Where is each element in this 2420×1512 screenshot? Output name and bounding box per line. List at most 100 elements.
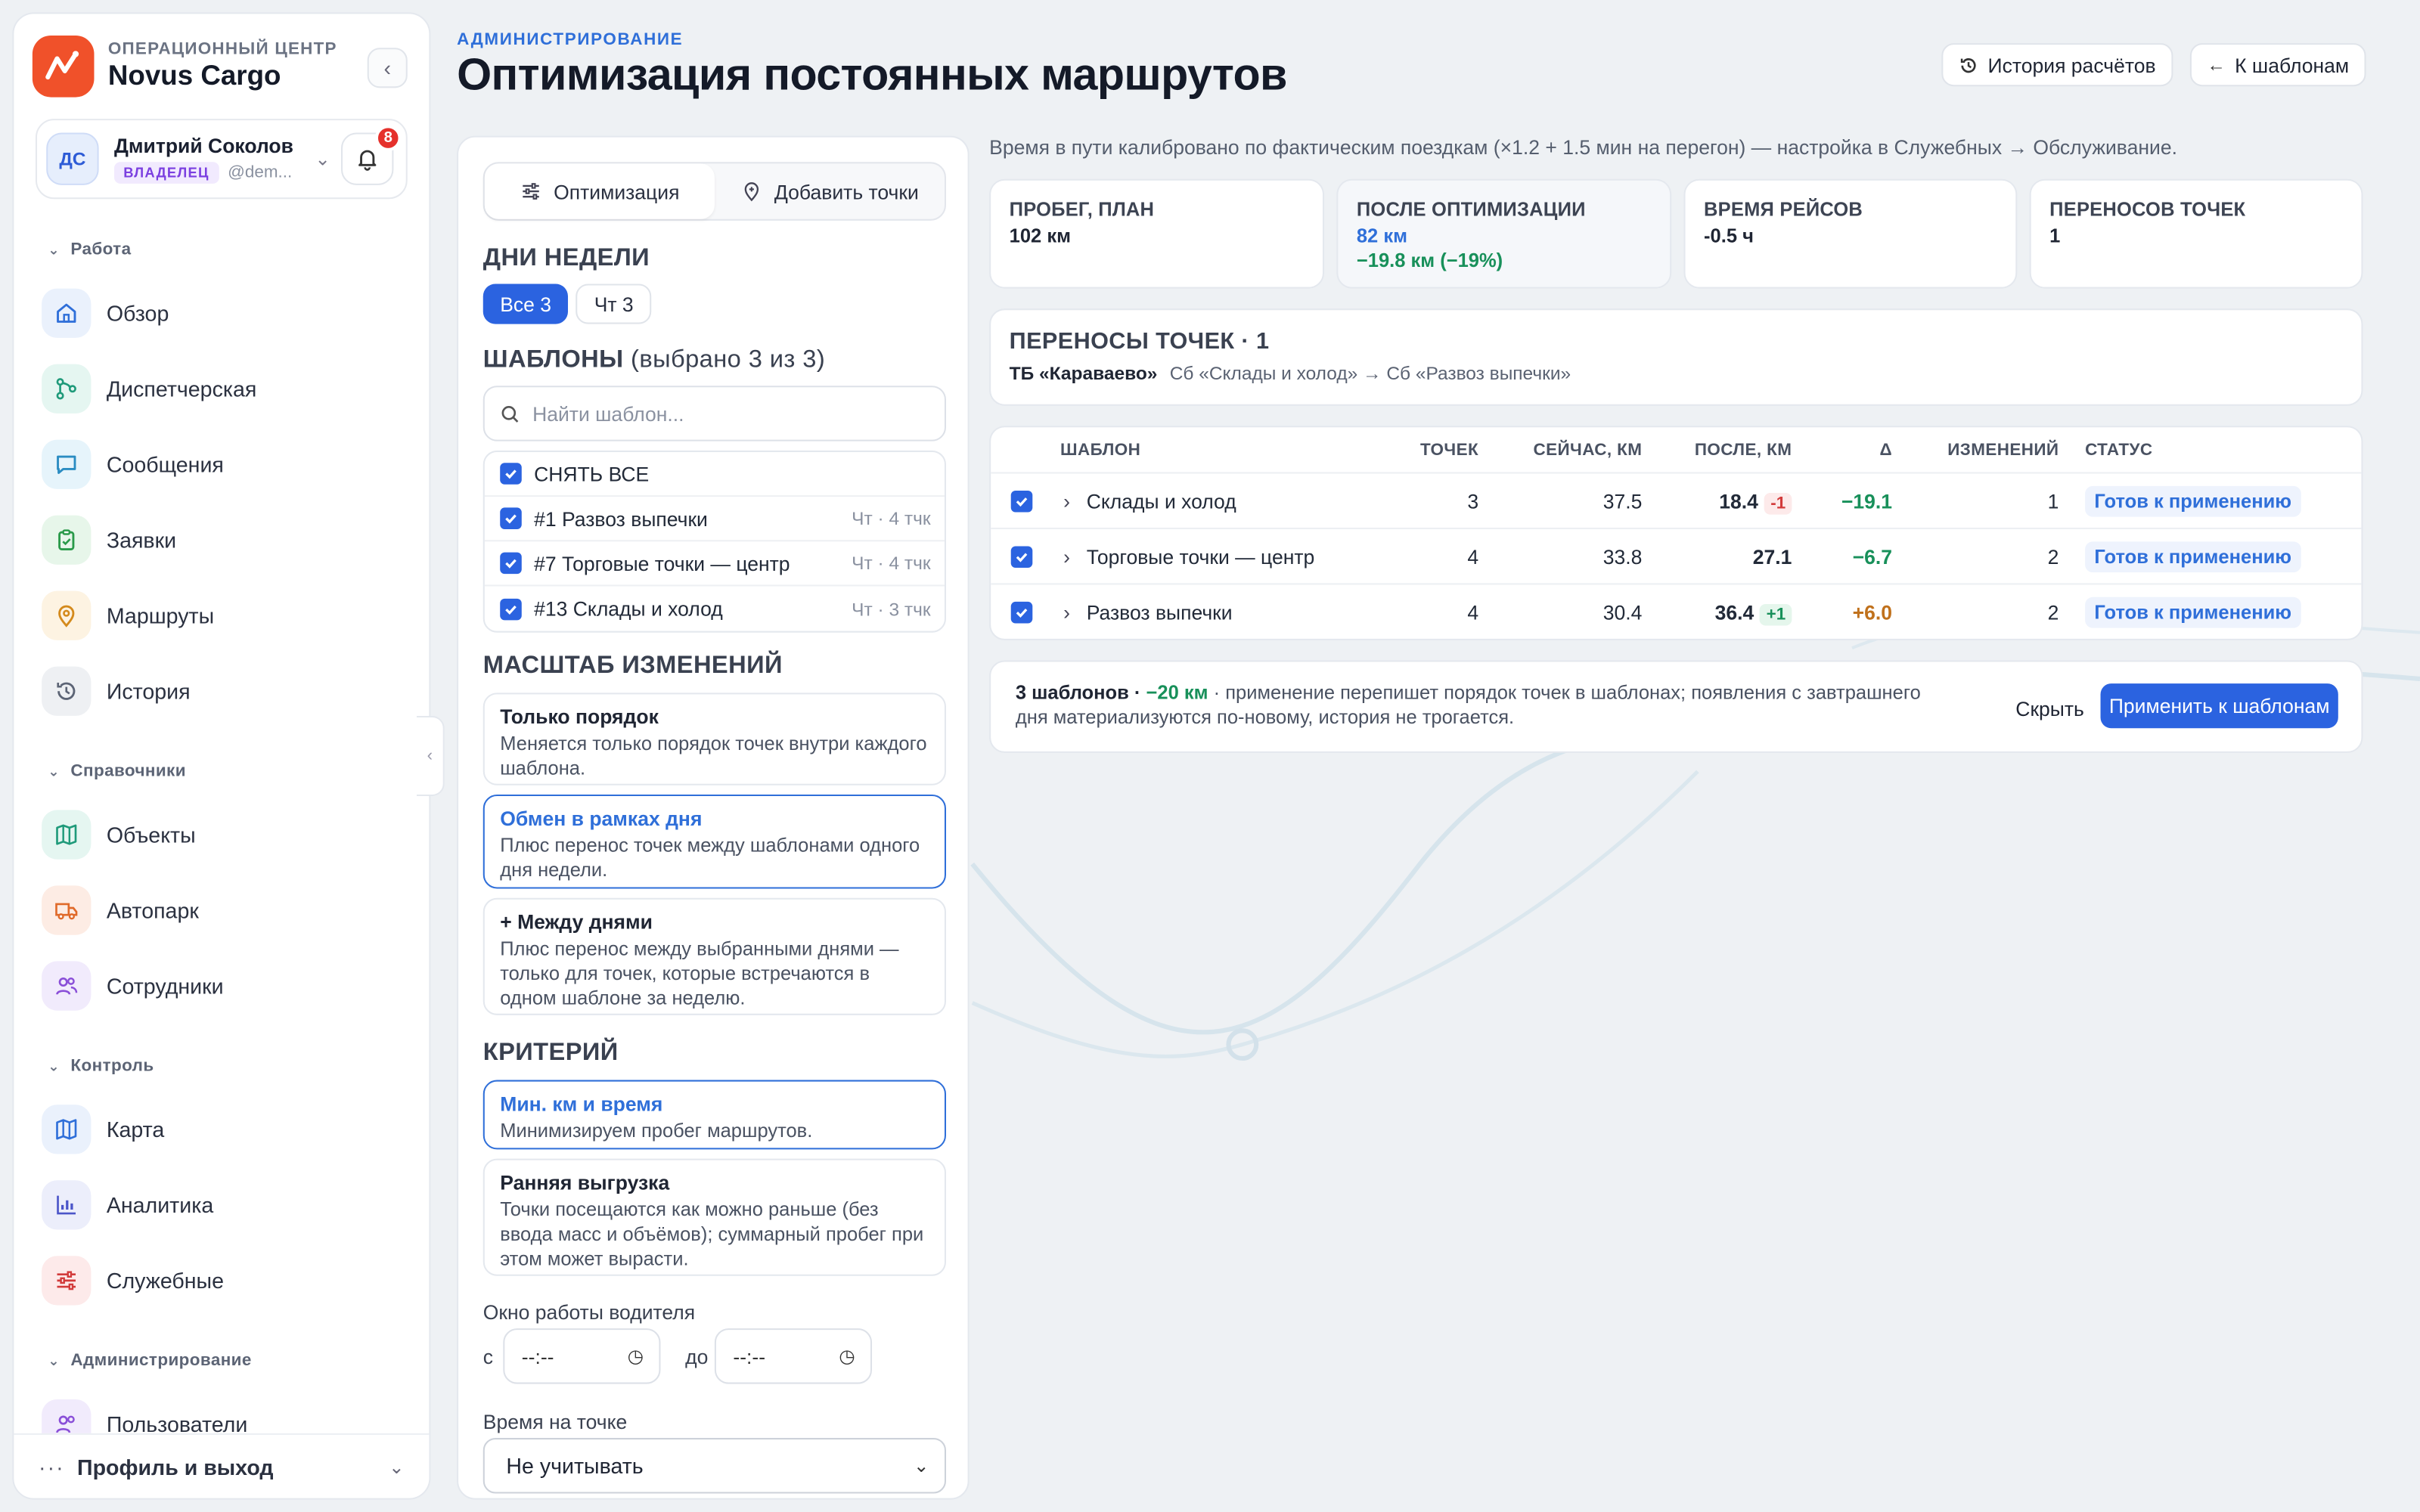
chevron-down-icon: ⌄ — [315, 147, 330, 170]
checkbox-icon[interactable] — [500, 552, 522, 575]
criterion-option-early-unload[interactable]: Ранняя выгрузка Точки посещаются как мож… — [482, 1158, 947, 1276]
user-card[interactable]: ДС Дмитрий Соколов ВЛАДЕЛЕЦ @dem... ⌄ 8 — [35, 119, 408, 200]
window-from-input[interactable]: --:-- ◷ — [503, 1328, 661, 1384]
sliders-icon — [42, 1256, 92, 1306]
to-label: до — [685, 1345, 709, 1369]
table-row[interactable]: › Склады и холод 3 37.5 18.4 -1 −19.1 1 Г… — [991, 474, 2362, 529]
chevron-down-icon: ⌄ — [48, 763, 60, 779]
kpi-after-optimization: ПОСЛЕ ОПТИМИЗАЦИИ 82 км −19.8 км (−19%) — [1336, 178, 1672, 289]
sidebar-item-dispatch[interactable]: Диспетчерская — [42, 358, 406, 420]
checkbox-icon[interactable] — [500, 463, 522, 485]
history-icon — [1960, 57, 1976, 73]
scope-option-between-days[interactable]: + Между днями Плюс перенос между выбранн… — [482, 897, 947, 1015]
avatar: ДС — [46, 132, 99, 185]
templates-table: ШАБЛОН ТОЧЕК СЕЙЧАС, КМ ПОСЛЕ, КМ Δ ИЗМЕ… — [989, 426, 2363, 640]
brand: ОПЕРАЦИОННЫЙ ЦЕНТР Novus Cargo — [32, 35, 337, 98]
clipboard-icon — [42, 515, 92, 565]
list-item[interactable]: #13 Склады и холод Чт · 3 тчк — [485, 587, 945, 631]
nav-section-control[interactable]: ⌄ Контроль — [48, 1057, 154, 1075]
nav-section-work[interactable]: ⌄ Работа — [48, 240, 131, 259]
chevron-right-icon[interactable]: › — [1063, 489, 1070, 513]
status-badge: Готов к применению — [2085, 485, 2301, 516]
history-icon — [42, 666, 92, 716]
sidebar-item-routes[interactable]: Маршруты — [42, 584, 406, 646]
apply-summary-card: 3 шаблонов · −20 км · применение перепиш… — [989, 660, 2363, 753]
truck-icon — [42, 885, 92, 935]
checkbox-icon[interactable] — [1010, 601, 1033, 624]
list-item[interactable]: #1 Развоз выпечки Чт · 4 тчк — [484, 497, 945, 542]
delta-value: −19.1 — [1841, 488, 1893, 513]
user-handle: @dem... — [228, 163, 293, 182]
home-icon — [42, 288, 92, 338]
scope-option-order-only[interactable]: Только порядок Меняется только порядок т… — [482, 692, 947, 785]
chevron-right-icon[interactable]: › — [1063, 601, 1070, 624]
scope-option-day-exchange[interactable]: Обмен в рамках дня Плюс перенос точек ме… — [482, 795, 947, 889]
driver-window-label: Окно работы водителя — [482, 1300, 696, 1325]
sidebar-item-analytics[interactable]: Аналитика — [42, 1174, 406, 1236]
sidebar-item-employees[interactable]: Сотрудники — [42, 955, 406, 1017]
checkbox-icon[interactable] — [1010, 545, 1033, 567]
criterion-option-min-km[interactable]: Мин. км и время Минимизируем пробег марш… — [482, 1080, 947, 1150]
sidebar-item-requests[interactable]: Заявки — [42, 509, 406, 571]
checkbox-icon[interactable] — [500, 507, 522, 529]
sidebar-resize-handle[interactable]: ‹ — [417, 715, 445, 797]
point-moves-card: ПЕРЕНОСЫ ТОЧЕК · 1 ТБ «Караваево» Сб «Скл… — [989, 308, 2363, 406]
collapse-sidebar-button[interactable]: ‹ — [367, 48, 408, 88]
apply-to-templates-button[interactable]: Применить к шаблонам — [2100, 683, 2338, 729]
stop-time-select[interactable]: Не учитывать ⌄ — [482, 1438, 947, 1494]
sidebar-item-map[interactable]: Карта — [42, 1098, 406, 1160]
sliders-icon — [522, 183, 539, 200]
chart-icon — [42, 1180, 92, 1230]
checkbox-icon[interactable] — [1010, 489, 1033, 512]
message-icon — [42, 439, 92, 489]
profile-logout-menu[interactable]: ··· Профиль и выход ⌄ — [14, 1433, 430, 1498]
nav-section-admin[interactable]: ⌄ Администрирование — [48, 1352, 252, 1370]
sidebar-item-service[interactable]: Служебные — [42, 1250, 406, 1312]
chevron-left-icon: ‹ — [427, 746, 433, 766]
hide-button[interactable]: Скрыть — [1997, 686, 2103, 730]
scope-heading: МАСШТАБ ИЗМЕНЕНИЙ — [482, 652, 783, 679]
map-icon — [42, 1105, 92, 1154]
breadcrumb: АДМИНИСТРИРОВАНИЕ — [457, 30, 684, 50]
sidebar-item-overview[interactable]: Обзор — [42, 282, 406, 344]
templates-heading: ШАБЛОНЫ (выбрано 3 из 3) — [482, 347, 826, 373]
brand-name: Novus Cargo — [107, 60, 281, 91]
calc-history-button[interactable]: История расчётов — [1941, 43, 2173, 87]
sidebar-item-messages[interactable]: Сообщения — [42, 433, 406, 495]
status-badge: Готов к применению — [2085, 541, 2301, 572]
criterion-heading: КРИТЕРИЙ — [482, 1040, 619, 1067]
sidebar-item-fleet[interactable]: Автопарк — [42, 879, 406, 941]
sidebar-item-history[interactable]: История — [42, 660, 406, 722]
day-chip-all[interactable]: Все 3 — [482, 284, 569, 324]
users-icon — [42, 961, 92, 1011]
table-row[interactable]: › Торговые точки — центр 4 33.8 27.1 −6.… — [991, 529, 2362, 585]
sidebar: ОПЕРАЦИОННЫЙ ЦЕНТР Novus Cargo ‹ ДС Дмит… — [12, 12, 431, 1500]
kpi-trip-time: ВРЕМЯ РЕЙСОВ -0.5 ч — [1683, 178, 2018, 289]
tab-optimization[interactable]: Оптимизация — [484, 163, 715, 219]
chevron-down-icon: ⌄ — [389, 1455, 405, 1478]
checkbox-icon[interactable] — [500, 597, 522, 620]
tab-add-points[interactable]: Добавить точки — [715, 163, 945, 218]
calibration-note: Время в пути калибровано по фактическим … — [989, 135, 2177, 160]
kpi-point-moves: ПЕРЕНОСОВ ТОЧЕК 1 — [2029, 178, 2363, 289]
day-chip-thu[interactable]: Чт 3 — [576, 284, 653, 324]
table-row[interactable]: › Развоз выпечки 4 30.4 36.4 +1 +6.0 2 Го… — [991, 584, 2361, 638]
chevron-down-icon: ⌄ — [914, 1455, 929, 1477]
mode-tabs: Оптимизация Добавить точки — [482, 162, 947, 221]
stop-time-label: Время на точке — [482, 1410, 628, 1433]
table-header: ШАБЛОН ТОЧЕК СЕЙЧАС, КМ ПОСЛЕ, КМ Δ ИЗМЕ… — [991, 427, 2362, 474]
chevron-right-icon[interactable]: › — [1063, 544, 1070, 568]
notifications-button[interactable]: 8 — [341, 125, 402, 185]
pin-icon — [42, 590, 92, 640]
list-item[interactable]: #7 Торговые точки — центр Чт · 4 тчк — [484, 541, 945, 587]
uncheck-all-row[interactable]: СНЯТЬ ВСЕ — [484, 452, 945, 497]
sidebar-item-objects[interactable]: Объекты — [42, 804, 406, 866]
template-search-input[interactable]: Найти шаблон... — [482, 386, 947, 442]
route-icon — [42, 364, 92, 414]
nav-section-references[interactable]: ⌄ Справочники — [48, 762, 186, 780]
status-badge: Готов к применению — [2085, 596, 2301, 628]
list-item: ТБ «Караваево» Сб «Склады и холод» → Сб «… — [1009, 362, 1571, 385]
window-to-input[interactable]: --:-- ◷ — [714, 1328, 873, 1384]
back-to-templates-button[interactable]: ← К шаблонам — [2189, 43, 2366, 87]
more-icon: ··· — [39, 1454, 65, 1479]
